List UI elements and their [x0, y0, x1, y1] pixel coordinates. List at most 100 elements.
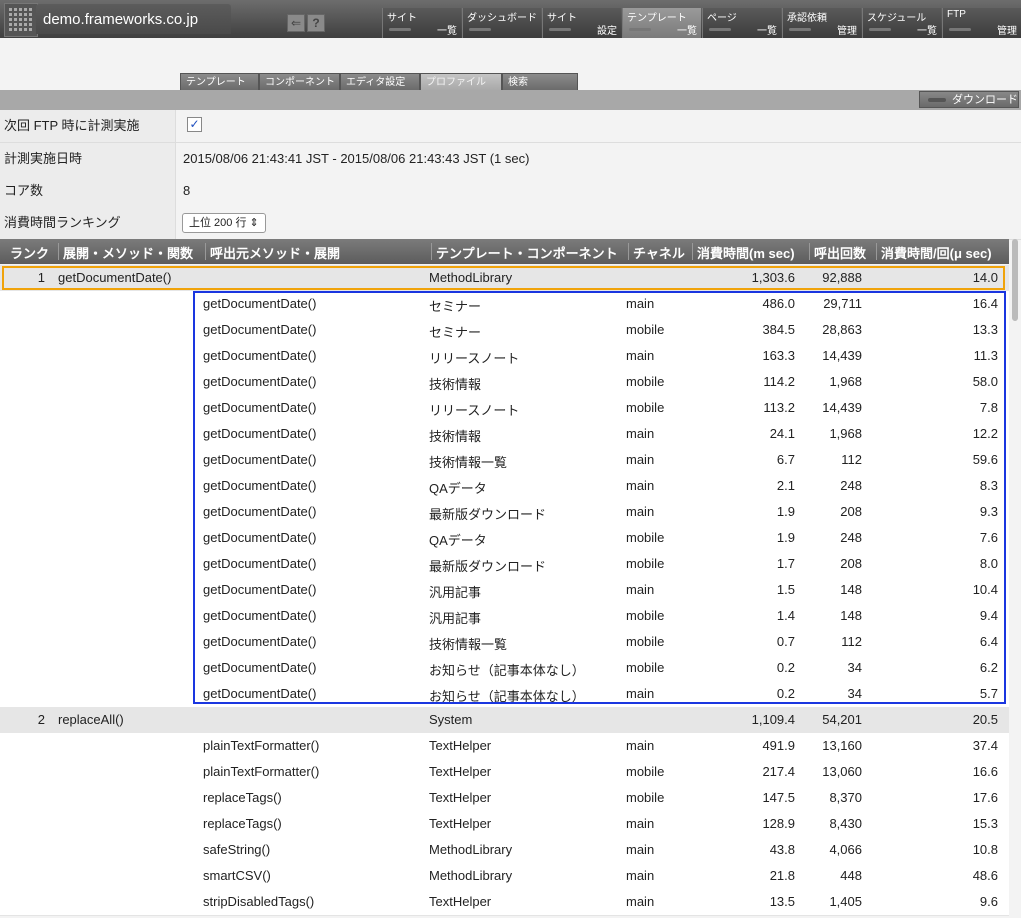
table-row[interactable]: getDocumentDate() 汎用記事 mobile 1.4 148 9.4: [0, 603, 1009, 630]
calls-cell: 4,066: [829, 842, 862, 857]
table-row[interactable]: stripDisabledTags() TextHelper main 13.5 1,4…: [0, 889, 1009, 916]
nav-button[interactable]: テンプレート 一覧: [622, 8, 701, 38]
column-header[interactable]: 呼出元メソッド・展開: [210, 243, 340, 262]
per-call-cell: 48.6: [972, 868, 998, 883]
nav-button-sublabel: 一覧: [437, 26, 457, 37]
table-row[interactable]: smartCSV() MethodLibrary main 21.8 448 48.6: [0, 863, 1009, 890]
per-call-cell: 11.3: [973, 348, 998, 363]
back-icon[interactable]: ⇐: [287, 14, 305, 32]
nav-button[interactable]: ページ 一覧: [702, 8, 781, 38]
per-call-cell: 58.0: [972, 374, 998, 389]
nav-button-sublabel: 管理: [997, 26, 1017, 37]
select-arrows-icon: ⇕: [249, 217, 259, 229]
table-row[interactable]: safeString() MethodLibrary main 43.8 4,066 10…: [0, 837, 1009, 864]
column-divider: [809, 243, 810, 260]
channel-cell: main: [626, 452, 655, 467]
nav-indicator-icon: [469, 28, 491, 31]
setting-measured: 計測実施日時 2015/08/06 21:43:41 JST - 2015/08…: [0, 143, 1021, 176]
per-call-cell: 15.3: [972, 816, 998, 831]
time-cell: 384.5: [762, 322, 795, 337]
time-cell: 1.4: [776, 608, 795, 623]
column-header[interactable]: ランク: [10, 243, 49, 262]
channel-cell: main: [626, 868, 655, 883]
time-cell: 24.1: [769, 426, 795, 441]
per-call-cell: 17.6: [972, 790, 998, 805]
setting-cores: コア数 8: [0, 175, 1021, 208]
help-icon[interactable]: ?: [307, 14, 325, 32]
scrollbar[interactable]: [1012, 239, 1018, 321]
table-row[interactable]: 2 replaceAll() System 1,109.4 54,201 20.5: [0, 707, 1009, 734]
nav-button[interactable]: サイト設定: [542, 8, 621, 38]
channel-cell: main: [626, 348, 655, 363]
calls-cell: 112: [841, 634, 862, 649]
tab-3[interactable]: プロファイル: [420, 73, 502, 90]
download-button[interactable]: ダウンロード: [919, 91, 1019, 108]
column-header[interactable]: 消費時間(m sec): [697, 243, 795, 262]
caller-cell: getDocumentDate(): [203, 530, 317, 545]
table-row[interactable]: getDocumentDate() 技術情報 main 24.1 1,968 12.2: [0, 421, 1009, 448]
column-header[interactable]: 消費時間/回(μ sec): [881, 243, 992, 262]
per-call-cell: 6.2: [979, 660, 998, 675]
site-name-tab[interactable]: demo.frameworks.co.jp: [36, 4, 231, 34]
table-row[interactable]: getDocumentDate() QAデータ mobile 1.9 248 7.6: [0, 525, 1009, 552]
table-row[interactable]: getDocumentDate() お知らせ（記事本体なし） main 0.2 34 5.…: [0, 681, 1009, 708]
table-row[interactable]: getDocumentDate() 汎用記事 main 1.5 148 10.4: [0, 577, 1009, 604]
table-row[interactable]: getDocumentDate() 技術情報 mobile 114.2 1,968 58.…: [0, 369, 1009, 396]
tab-0[interactable]: テンプレート: [180, 73, 259, 90]
template-cell: 技術情報: [429, 429, 482, 444]
nav-button-label: サイト: [387, 13, 417, 24]
ranking-select[interactable]: 上位 200 行 ⇕: [182, 213, 266, 233]
nav-indicator-icon: [709, 28, 731, 31]
template-cell: 技術情報一覧: [429, 637, 508, 652]
table-row[interactable]: getDocumentDate() 最新版ダウンロード mobile 1.7 208 8.…: [0, 551, 1009, 578]
time-cell: 147.5: [762, 790, 795, 805]
table-row[interactable]: replaceTags() TextHelper mobile 147.5 8,370 1…: [0, 785, 1009, 812]
column-header[interactable]: 展開・メソッド・関数: [63, 243, 193, 262]
nav-button-sublabel: 管理: [837, 26, 857, 37]
per-call-cell: 8.3: [979, 478, 998, 493]
tab-1[interactable]: コンポーネント: [259, 73, 340, 90]
caller-cell: getDocumentDate(): [203, 452, 317, 467]
column-header[interactable]: チャネル: [633, 243, 685, 262]
nav-button-label: ページ: [707, 13, 737, 24]
next-ftp-checkbox[interactable]: ✓: [187, 117, 202, 132]
caller-cell: replaceTags(): [203, 790, 282, 805]
table-row[interactable]: plainTextFormatter() TextHelper main 491.9 1…: [0, 733, 1009, 760]
nav-button[interactable]: 承認依頼 管理: [782, 8, 861, 38]
template-cell: MethodLibrary: [429, 868, 513, 883]
setting-label: 消費時間ランキング: [0, 207, 176, 239]
nav-indicator-icon: [869, 28, 891, 31]
nav-button-sublabel: 設定: [597, 26, 617, 37]
calls-cell: 28,863: [822, 322, 862, 337]
nav-button[interactable]: ダッシュボード: [462, 8, 541, 38]
table-row[interactable]: getDocumentDate() リリースノート main 163.3 14,439 1…: [0, 343, 1009, 370]
table-row[interactable]: getDocumentDate() リリースノート mobile 113.2 14,43…: [0, 395, 1009, 422]
calls-cell: 248: [840, 530, 862, 545]
nav-button[interactable]: FTP 管理: [942, 8, 1021, 38]
setting-label: 計測実施日時: [0, 143, 176, 175]
calls-cell: 14,439: [822, 348, 862, 363]
table-row[interactable]: replaceTags() TextHelper main 128.9 8,430 15.…: [0, 811, 1009, 838]
caller-cell: getDocumentDate(): [203, 556, 317, 571]
tab-2[interactable]: エディタ設定: [340, 73, 420, 90]
channel-cell: mobile: [626, 608, 665, 623]
table-row[interactable]: getDocumentDate() セミナー mobile 384.5 28,863 13…: [0, 317, 1009, 344]
table-row[interactable]: getDocumentDate() お知らせ（記事本体なし） mobile 0.2 34…: [0, 655, 1009, 682]
column-header[interactable]: 呼出回数: [814, 243, 866, 262]
template-cell: リリースノート: [429, 351, 520, 366]
time-cell: 1.9: [776, 530, 795, 545]
table-row[interactable]: getDocumentDate() セミナー main 486.0 29,711 16.4: [0, 291, 1009, 318]
tab-4[interactable]: 検索: [502, 73, 578, 90]
nav-button-label: サイト: [547, 13, 577, 24]
table-row[interactable]: plainTextFormatter() TextHelper mobile 217.…: [0, 759, 1009, 786]
app-logo-icon[interactable]: [4, 3, 38, 37]
table-row[interactable]: getDocumentDate() QAデータ main 2.1 248 8.3: [0, 473, 1009, 500]
nav-button[interactable]: スケジュール 一覧: [862, 8, 941, 38]
nav-button[interactable]: サイト一覧: [382, 8, 461, 38]
table-row[interactable]: getDocumentDate() 最新版ダウンロード main 1.9 208 9.3: [0, 499, 1009, 526]
table-row[interactable]: getDocumentDate() 技術情報一覧 mobile 0.7 112 6.4: [0, 629, 1009, 656]
caller-cell: getDocumentDate(): [203, 322, 317, 337]
column-header[interactable]: テンプレート・コンポーネント: [436, 243, 618, 262]
table-row[interactable]: getDocumentDate() 技術情報一覧 main 6.7 112 59.6: [0, 447, 1009, 474]
table-row[interactable]: 1 getDocumentDate() MethodLibrary 1,303.6 92…: [0, 265, 1009, 292]
